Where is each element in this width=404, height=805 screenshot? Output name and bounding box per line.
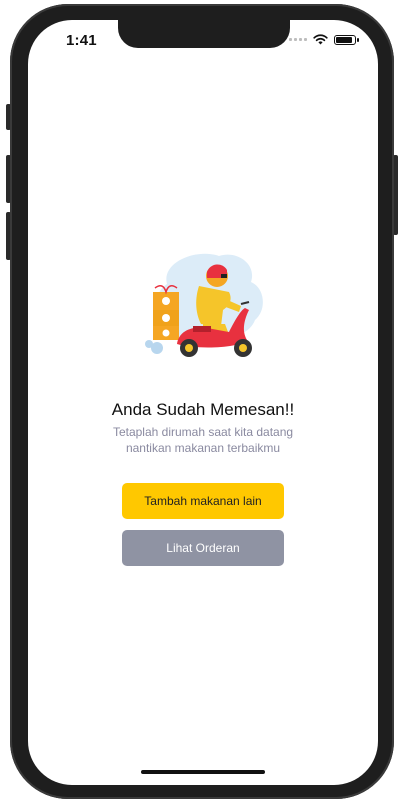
- battery-fill: [336, 36, 352, 43]
- battery-icon: [334, 34, 359, 45]
- signal-icon: [289, 38, 307, 41]
- view-order-button[interactable]: Lihat Orderan: [122, 530, 284, 566]
- wifi-icon: [313, 34, 328, 45]
- home-indicator[interactable]: [141, 770, 265, 774]
- add-more-food-button[interactable]: Tambah makanan lain: [122, 483, 284, 519]
- status-time: 1:41: [66, 32, 97, 49]
- notch: [118, 20, 290, 48]
- order-confirmation-subtitle: Tetaplah dirumah saat kita datang nantik…: [93, 424, 313, 456]
- phone-frame: 1:41 Anda Sudah Memesan!! Tetaplah dirum…: [0, 0, 404, 805]
- delivery-scooter-illustration: [145, 253, 263, 357]
- subtitle-line-2: nantikan makanan terbaikmu: [125, 441, 281, 455]
- order-confirmation-title: Anda Sudah Memesan!!: [111, 400, 295, 419]
- screen: 1:41 Anda Sudah Memesan!! Tetaplah dirum…: [28, 20, 378, 785]
- subtitle-line-1: Tetaplah dirumah saat kita datang: [112, 425, 294, 439]
- status-icons: [289, 34, 359, 45]
